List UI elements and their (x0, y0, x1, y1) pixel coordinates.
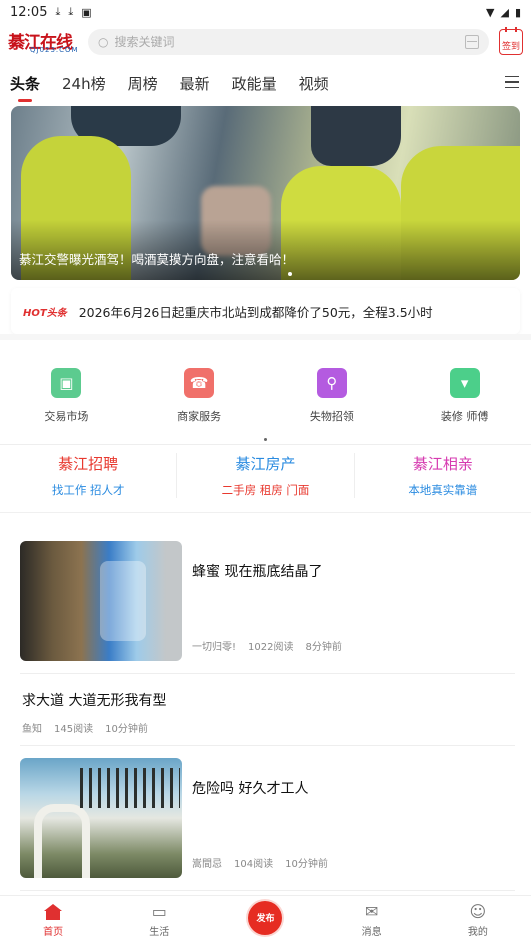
tab-24h[interactable]: 24h榜 (62, 60, 106, 106)
search-icon: ○ (98, 35, 109, 49)
channel-dating[interactable]: 綦江相亲 本地真实靠谱 (355, 453, 531, 498)
nav-messages[interactable]: ✉ 消息 (332, 902, 412, 939)
cart-icon: ▣ (51, 368, 82, 398)
download-icon-2: ⤓ (68, 5, 74, 18)
service-lost-found[interactable]: ⚲ 失物招领 (282, 368, 382, 424)
post-thumbnail (20, 758, 182, 878)
channel-realestate[interactable]: 綦江房产 二手房 租房 门面 (177, 453, 355, 498)
chat-icon: ▭ (151, 902, 167, 921)
menu-icon[interactable] (505, 76, 519, 88)
list-item[interactable]: 危险吗 好久才工人 嵩間忌 104阅读 10分钟前 (20, 758, 515, 891)
logo-subtext: QJ023.COM (30, 46, 79, 54)
hammer-icon: ▾ (449, 368, 480, 398)
nav-life[interactable]: ▭ 生活 (119, 902, 199, 939)
scan-icon[interactable] (465, 35, 479, 49)
service-trade-market[interactable]: ▣ 交易市场 (16, 368, 116, 424)
user-icon: ☺ (469, 902, 487, 921)
list-item[interactable]: 蜂蜜 现在瓶底结晶了 一切归零! 1022阅读 8分钟前 (20, 541, 515, 674)
mail-icon: ✉ (364, 902, 379, 921)
banner-caption: 綦江交警曝光酒驾！喝酒莫摸方向盘，注意看哈！ (19, 252, 295, 267)
search-input[interactable] (114, 35, 459, 49)
tab-weekly[interactable]: 周榜 (128, 60, 158, 106)
post-meta: 嵩間忌 104阅读 10分钟前 (192, 859, 328, 870)
signal-icon: ◢ (500, 5, 509, 19)
clock: 12:05 (10, 4, 48, 20)
nav-profile[interactable]: ☺ 我的 (438, 902, 518, 939)
download-icon: ⤓ (55, 5, 61, 18)
tab-headlines[interactable]: 头条 (10, 60, 40, 106)
signin-button[interactable]: 签到 (499, 27, 523, 55)
hot-news-text: 2026年6月26日起重庆市北站到成都降价了50元，全程3.5小时 (78, 304, 433, 320)
post-meta: 鱼知 145阅读 10分钟前 (22, 724, 148, 735)
post-title: 求大道 大道无形我有型 (22, 693, 167, 709)
tab-video[interactable]: 视频 (299, 60, 329, 106)
headline-banner[interactable]: 綦江交警曝光酒驾！喝酒莫摸方向盘，注意看哈！ (11, 106, 520, 280)
hot-badge: HOT头条 (23, 307, 67, 319)
service-grid: ▣ 交易市场 ☎ 商家服务 ⚲ 失物招领 ▾ 装修 师傅 (0, 334, 531, 438)
home-icon (44, 904, 63, 920)
service-renovation[interactable]: ▾ 装修 师傅 (415, 368, 515, 424)
app-logo: 綦江在线 QJ023.COM (8, 28, 78, 56)
phone-icon: ☎ (184, 368, 215, 398)
battery-icon: ▮ (514, 5, 521, 19)
wifi-icon: ▼ (486, 5, 495, 19)
service-merchant[interactable]: ☎ 商家服务 (149, 368, 249, 424)
notification-icon: ▣ (81, 5, 92, 19)
tab-latest[interactable]: 最新 (180, 60, 210, 106)
nav-publish[interactable]: 发布 (225, 900, 305, 935)
search-bar[interactable]: ○ (88, 29, 489, 55)
magnifier-icon: ⚲ (316, 368, 347, 398)
tab-politics[interactable]: 政能量 (232, 60, 277, 106)
category-tabs: 头条 24h榜 周榜 最新 政能量 视频 (0, 60, 531, 106)
status-bar: 12:05 ⤓ ⤓ ▣ ▼ ◢ ▮ (0, 0, 531, 24)
hot-news-ticker[interactable]: HOT头条 2026年6月26日起重庆市北站到成都降价了50元，全程3.5小时 (11, 288, 520, 334)
post-feed: 蜂蜜 现在瓶底结晶了 一切归零! 1022阅读 8分钟前 求大道 大道无形我有型… (0, 541, 531, 921)
nav-home[interactable]: 首页 (13, 903, 93, 938)
bottom-navigation: 首页 ▭ 生活 发布 ✉ 消息 ☺ 我的 (0, 895, 531, 945)
post-title: 蜂蜜 现在瓶底结晶了 (192, 564, 323, 580)
post-meta: 一切归零! 1022阅读 8分钟前 (192, 642, 342, 653)
publish-button[interactable]: 发布 (248, 900, 283, 935)
list-item[interactable]: 求大道 大道无形我有型 鱼知 145阅读 10分钟前 (20, 674, 515, 746)
post-thumbnail (20, 541, 182, 661)
post-title: 危险吗 好久才工人 (192, 781, 309, 797)
app-header: 綦江在线 QJ023.COM ○ 签到 (0, 24, 531, 60)
channel-jobs[interactable]: 綦江招聘 找工作 招人才 (0, 453, 178, 498)
carousel-indicator (288, 272, 292, 276)
channel-links: 綦江招聘 找工作 招人才 綦江房产 二手房 租房 门面 綦江相亲 本地真实靠谱 (0, 444, 531, 513)
